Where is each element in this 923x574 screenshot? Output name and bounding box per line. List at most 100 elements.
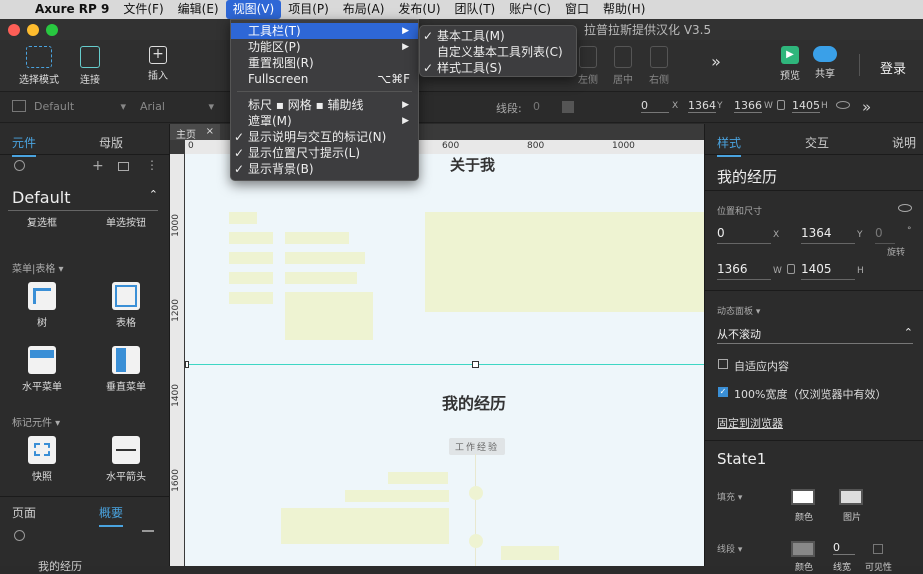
align-right-button[interactable]: 右侧: [646, 44, 672, 86]
font-select[interactable]: Arial ▾: [140, 100, 214, 113]
align-left-button[interactable]: 左侧: [575, 44, 601, 86]
widget-vertical-menu[interactable]: 垂直菜单: [96, 346, 156, 393]
submenu-style-tools[interactable]: ✓ 样式工具(S): [420, 60, 576, 76]
app-menu[interactable]: Axure RP 9: [28, 0, 116, 19]
menu-publish[interactable]: 发布(U): [391, 0, 447, 19]
tab-outline[interactable]: 概要: [99, 504, 124, 527]
minimize-window-button[interactable]: [27, 24, 39, 36]
select-mode-button[interactable]: 选择模式: [14, 44, 64, 86]
menu-item-panes[interactable]: 功能区(P) ▶: [231, 39, 418, 55]
outline-search-icon[interactable]: [14, 530, 25, 541]
dynamic-panel-label[interactable]: 动态面板 ▾: [717, 304, 760, 317]
fit-content-checkbox[interactable]: [718, 359, 728, 369]
menu-item-masks[interactable]: 遮罩(M) ▶: [231, 113, 418, 129]
lock-ratio-icon[interactable]: [777, 100, 785, 110]
widget-table[interactable]: 表格: [96, 282, 156, 329]
library-icon[interactable]: [118, 162, 129, 171]
heading-experience[interactable]: 我的经历: [442, 390, 506, 414]
menu-item-show-notes-markers[interactable]: ✓ 显示说明与交互的标记(N): [231, 129, 418, 145]
menu-account[interactable]: 账户(C): [502, 0, 558, 19]
fill-color-swatch[interactable]: [791, 489, 815, 505]
selection-handle[interactable]: [472, 361, 479, 368]
more-style-button[interactable]: »: [862, 98, 871, 116]
preview-button[interactable]: ▶ 预览: [776, 44, 804, 82]
menu-team[interactable]: 团队(T): [448, 0, 503, 19]
x-input[interactable]: 0: [717, 226, 771, 244]
menu-arrange[interactable]: 布局(A): [336, 0, 392, 19]
connect-button[interactable]: 连接: [70, 44, 110, 86]
menu-help[interactable]: 帮助(H): [596, 0, 652, 19]
widget-name[interactable]: 我的经历: [717, 166, 777, 187]
add-library-icon[interactable]: +: [92, 158, 104, 174]
section-markup[interactable]: 标记元件 ▾: [12, 414, 60, 429]
w-field[interactable]: 1366: [734, 99, 762, 113]
menu-item-show-size-hints[interactable]: ✓ 显示位置尺寸提示(L): [231, 145, 418, 161]
submenu-customize-tools[interactable]: 自定义基本工具列表(C): [420, 44, 576, 60]
stroke-value[interactable]: 0: [533, 100, 540, 113]
work-experience-badge[interactable]: 工作经验: [449, 438, 506, 455]
tab-interactions[interactable]: 交互: [805, 134, 829, 151]
close-window-button[interactable]: [8, 24, 20, 36]
widget-radio[interactable]: 单选按钮: [96, 214, 156, 229]
scroll-select[interactable]: 从不滚动 ⌃: [717, 326, 913, 344]
section-menu-table[interactable]: 菜单|表格 ▾: [12, 260, 64, 275]
library-select[interactable]: Default ⌃: [12, 188, 160, 207]
zoom-window-button[interactable]: [46, 24, 58, 36]
insert-button[interactable]: + 插入: [138, 44, 178, 82]
h-field[interactable]: 1405: [792, 99, 820, 113]
page-canvas[interactable]: 关于我 我的经历 工作经验: [185, 154, 704, 566]
search-icon[interactable]: [14, 160, 25, 171]
widget-horizontal-arrow[interactable]: 水平箭头: [96, 436, 156, 483]
eye-icon[interactable]: [836, 101, 850, 109]
widget-snapshot[interactable]: 快照: [12, 436, 72, 483]
menu-file[interactable]: 文件(F): [116, 0, 170, 19]
tab-masters[interactable]: 母版: [99, 134, 123, 151]
fill-color-icon[interactable]: [562, 101, 574, 113]
outline-item[interactable]: 我的经历: [38, 558, 82, 574]
more-options-icon[interactable]: ⋮: [146, 158, 158, 172]
page-tab-home[interactable]: 主页 ×: [170, 124, 220, 141]
stroke-color-swatch[interactable]: [791, 541, 815, 557]
menu-view[interactable]: 视图(V): [225, 0, 282, 19]
submenu-basic-tools[interactable]: ✓ 基本工具(M): [420, 28, 576, 44]
more-toolbar-button[interactable]: »: [704, 52, 728, 71]
stroke-section-label[interactable]: 线段 ▾: [717, 542, 742, 555]
fill-label[interactable]: 填充 ▾: [717, 490, 742, 503]
share-button[interactable]: 共享: [810, 44, 840, 80]
stroke-width-input[interactable]: 0: [833, 541, 855, 555]
style-select[interactable]: Default ▾: [34, 100, 126, 113]
state-name[interactable]: State1: [717, 450, 766, 468]
y-field[interactable]: 1364: [688, 99, 716, 113]
filter-icon[interactable]: [142, 530, 154, 540]
stroke-visibility-icon[interactable]: [873, 544, 883, 554]
menu-window[interactable]: 窗口: [558, 0, 596, 19]
heading-about[interactable]: 关于我: [450, 154, 495, 175]
menu-edit[interactable]: 编辑(E): [171, 0, 226, 19]
align-center-button[interactable]: 居中: [610, 44, 636, 86]
tab-widgets[interactable]: 元件: [12, 134, 37, 157]
y-input[interactable]: 1364: [801, 226, 855, 244]
widget-tree[interactable]: 树: [12, 282, 72, 329]
tab-pages[interactable]: 页面: [12, 504, 36, 521]
rotation-input[interactable]: 0: [875, 226, 895, 244]
menu-item-reset-view[interactable]: 重置视图(R): [231, 55, 418, 71]
menu-item-show-background[interactable]: ✓ 显示背景(B): [231, 161, 418, 177]
apple-menu[interactable]: [0, 0, 28, 19]
menu-item-toolbars[interactable]: 工具栏(T) ▶: [231, 23, 418, 39]
menu-item-rulers-grid[interactable]: 标尺 ▪ 网格 ▪ 辅助线 ▶: [231, 97, 418, 113]
close-tab-icon[interactable]: ×: [206, 126, 214, 137]
widget-horizontal-menu[interactable]: 水平菜单: [12, 346, 72, 393]
widget-checkbox[interactable]: 复选框: [12, 214, 72, 229]
h-input[interactable]: 1405: [801, 262, 855, 280]
w-input[interactable]: 1366: [717, 262, 771, 280]
fill-image-icon[interactable]: [839, 489, 863, 505]
selection-handle-left[interactable]: [185, 361, 189, 368]
tab-notes[interactable]: 说明: [892, 134, 916, 151]
pin-to-browser-link[interactable]: 固定到浏览器: [717, 415, 783, 431]
full-width-checkbox[interactable]: ✓: [718, 387, 728, 397]
tab-style[interactable]: 样式: [717, 134, 742, 157]
x-field[interactable]: 0: [641, 99, 669, 113]
lock-icon[interactable]: [787, 264, 795, 274]
menu-item-fullscreen[interactable]: Fullscreen ⌥⌘F: [231, 71, 418, 87]
menu-project[interactable]: 项目(P): [281, 0, 336, 19]
